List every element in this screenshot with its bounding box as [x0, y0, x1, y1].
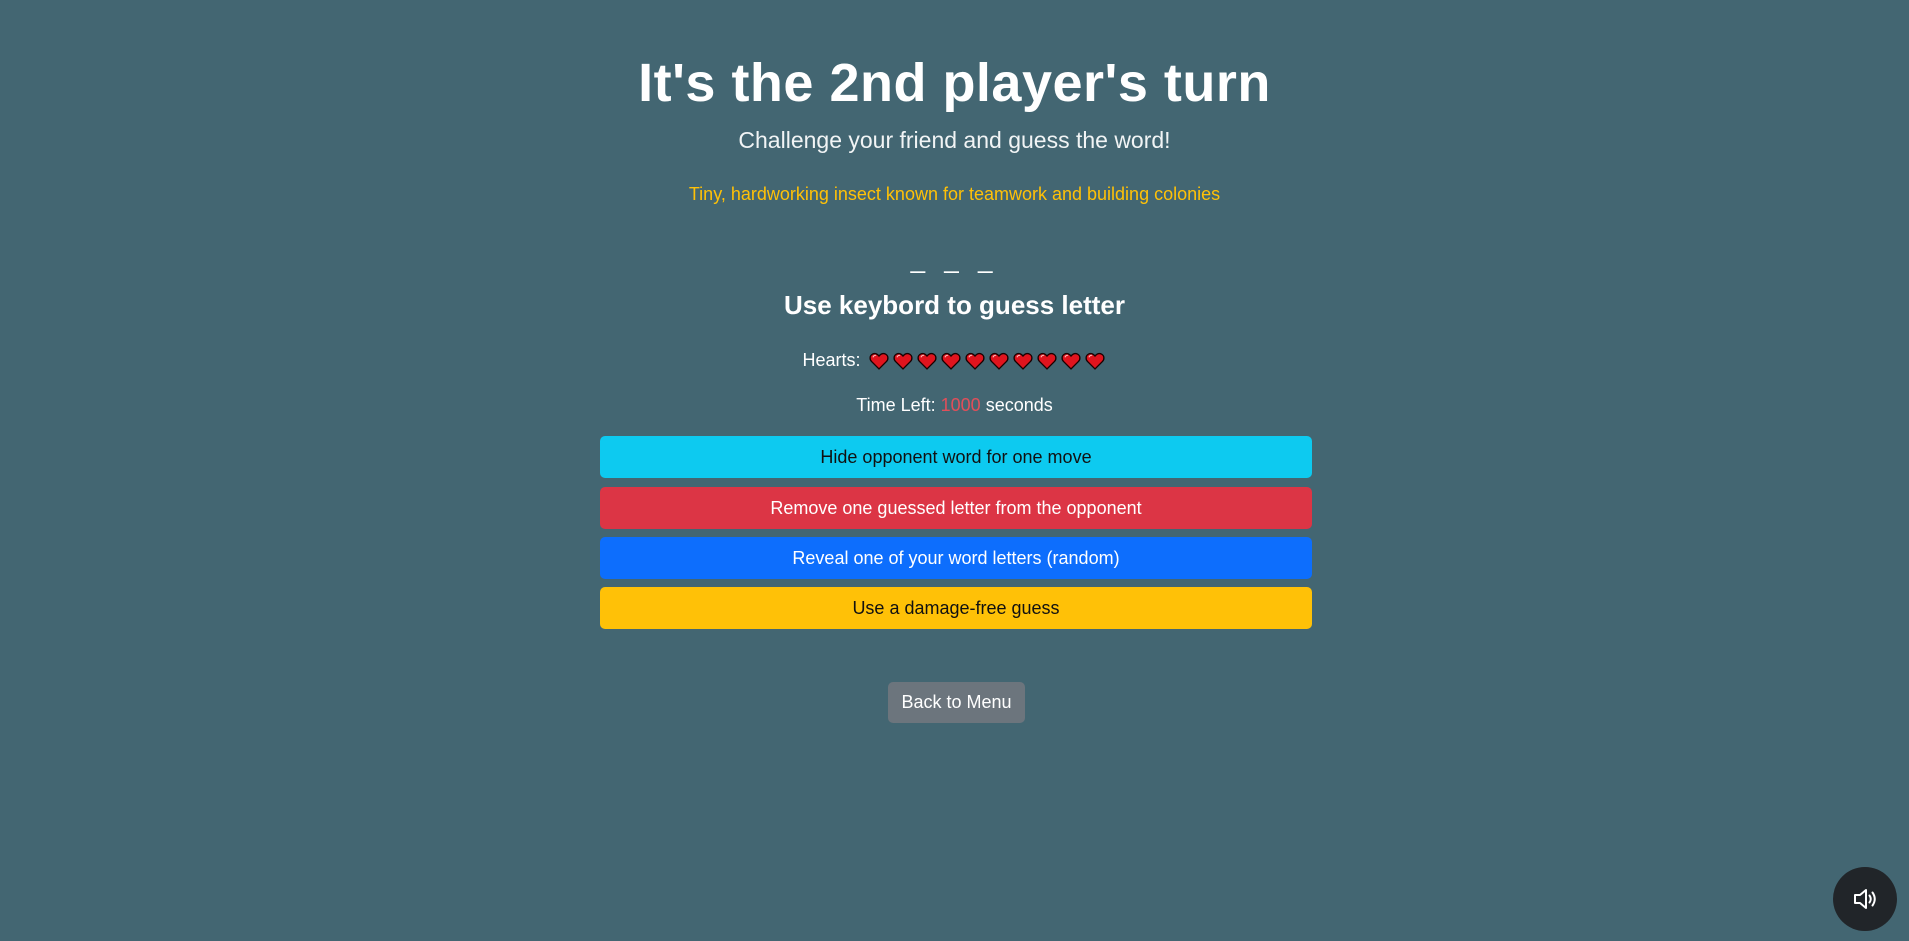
damage-free-guess-button[interactable]: Use a damage-free guess [600, 587, 1312, 629]
timer-row: Time Left: 1000 seconds [0, 395, 1909, 416]
timer-unit: seconds [985, 395, 1053, 415]
hearts-label: Hearts: [802, 350, 861, 370]
back-to-menu-button[interactable]: Back to Menu [888, 682, 1025, 723]
heart-icon [892, 352, 913, 370]
heart-icon [1036, 352, 1057, 370]
heart-icon [916, 352, 937, 370]
hearts-list [867, 351, 1107, 371]
hearts-row: Hearts: [0, 350, 1909, 371]
heart-icon [1060, 352, 1081, 370]
word-display: _ _ _ [910, 244, 999, 274]
instruction-text: Use keybord to guess letter [784, 290, 1125, 320]
speaker-icon [1854, 889, 1876, 909]
heart-icon [868, 352, 889, 370]
page-subtitle: Challenge your friend and guess the word… [738, 127, 1171, 153]
hide-opponent-word-button[interactable]: Hide opponent word for one move [600, 436, 1312, 478]
heart-icon [940, 352, 961, 370]
heart-icon [1084, 352, 1105, 370]
heart-icon [1012, 352, 1033, 370]
remove-guessed-letter-button[interactable]: Remove one guessed letter from the oppon… [600, 487, 1312, 529]
reveal-letter-button[interactable]: Reveal one of your word letters (random) [600, 537, 1312, 579]
heart-icon [988, 352, 1009, 370]
timer-label: Time Left: [856, 395, 936, 415]
sound-toggle-button[interactable] [1833, 867, 1897, 931]
page-title: It's the 2nd player's turn [638, 53, 1271, 113]
word-hint: Tiny, hardworking insect known for teamw… [688, 184, 1221, 204]
timer-value: 1000 [940, 395, 981, 415]
heart-icon [964, 352, 985, 370]
